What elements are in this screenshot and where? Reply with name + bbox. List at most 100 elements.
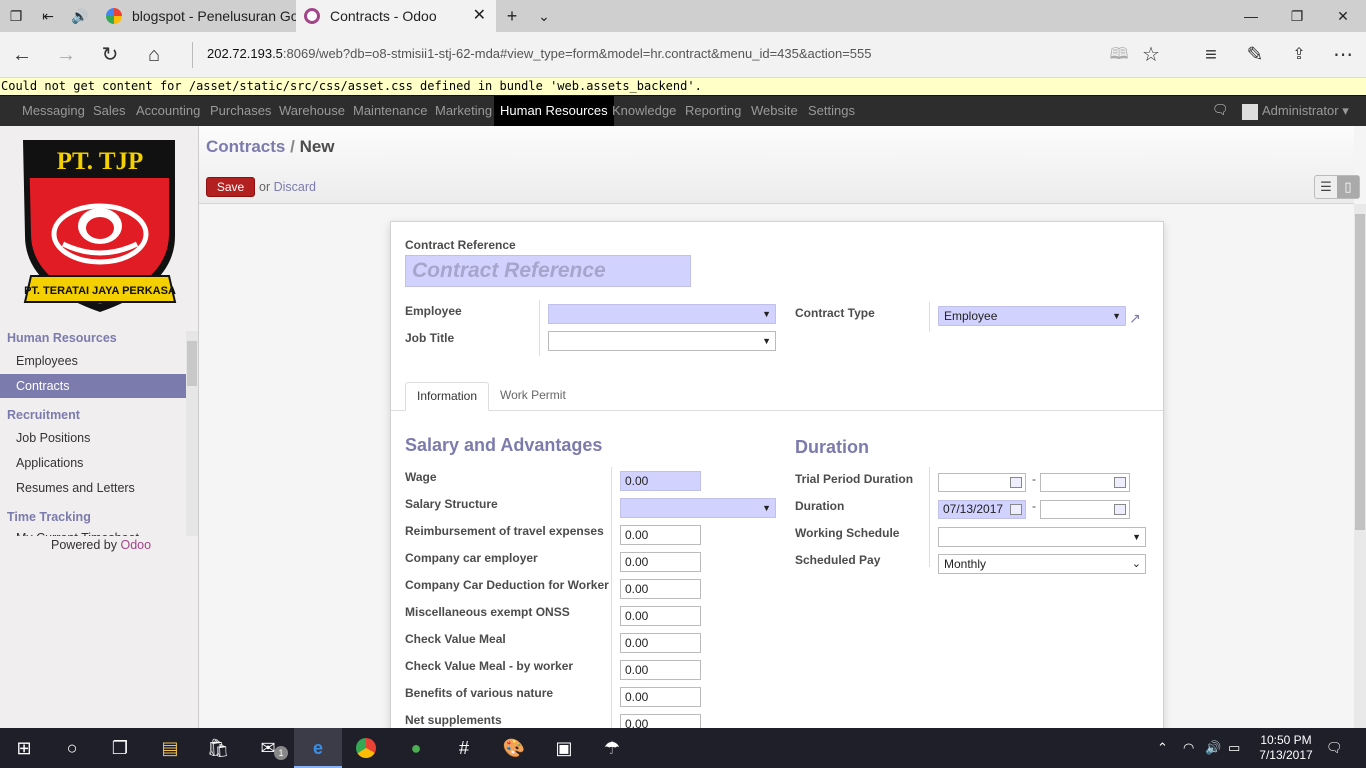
car-deduction-input[interactable]: 0.00 [620,579,701,599]
job-title-select[interactable]: ▼ [548,331,776,351]
hub-icon[interactable]: ≡ [1198,42,1224,68]
menu-human-resources[interactable]: Human Resources [494,96,614,126]
app-globe-icon[interactable]: ● [392,728,440,768]
more-icon[interactable]: ⋯ [1330,42,1356,68]
sidebar-item-applications[interactable]: Applications [0,451,186,475]
chat-icon[interactable]: 🗨 [1212,102,1229,118]
menu-messaging[interactable]: Messaging [16,96,91,126]
chrome-icon[interactable] [342,728,390,768]
sidebar-item-job-positions[interactable]: Job Positions [0,426,186,450]
close-window-icon[interactable]: ✕ [1320,0,1366,32]
reimbursement-input[interactable]: 0.00 [620,525,701,545]
set-tabs-aside-icon[interactable]: ⇤ [38,6,58,26]
save-button[interactable]: Save [206,177,255,197]
calendar-icon[interactable] [1010,477,1022,488]
benefits-input[interactable]: 0.00 [620,687,701,707]
contract-type-select[interactable]: Employee ▼ [938,306,1126,326]
file-explorer-icon[interactable]: ▤ [146,728,194,768]
menu-reporting[interactable]: Reporting [679,96,747,126]
working-schedule-select[interactable]: ▼ [938,527,1146,547]
task-view-icon[interactable]: ❐ [96,728,144,768]
trial-start-date-input[interactable] [938,473,1026,492]
sidebar-item-timesheet[interactable]: My Current Timesheet [0,526,186,536]
browser-tab-odoo[interactable]: Contracts - Odoo ✕ [296,0,496,32]
user-menu[interactable]: Administrator ▾ [1242,96,1349,126]
menu-knowledge[interactable]: Knowledge [606,96,682,126]
back-icon[interactable]: ← [9,42,35,68]
menu-marketing[interactable]: Marketing [429,96,498,126]
forward-icon[interactable]: → [53,42,79,68]
scrollbar-thumb[interactable] [187,341,197,386]
duration-start-date-input[interactable]: 07/13/2017 [938,500,1026,519]
clock[interactable]: 10:50 PM 7/13/2017 [1256,733,1316,763]
wifi-icon[interactable]: ◠ [1183,728,1194,768]
menu-accounting[interactable]: Accounting [130,96,206,126]
tab-preview-chevron-icon[interactable]: ⌄ [534,6,554,26]
menu-settings[interactable]: Settings [802,96,861,126]
share-icon[interactable]: ⇪ [1286,42,1312,68]
sidebar-section-time-tracking[interactable]: Time Tracking [7,510,91,524]
app-hash-icon[interactable]: # [440,728,488,768]
trial-end-date-input[interactable] [1040,473,1130,492]
odoo-link[interactable]: Odoo [121,538,152,552]
company-car-employer-input[interactable]: 0.00 [620,552,701,572]
edge-browser-icon[interactable]: e [294,728,342,768]
misc-exempt-input[interactable]: 0.00 [620,606,701,626]
volume-icon[interactable]: 🔊 [1205,728,1221,768]
paint-icon[interactable]: 🎨 [490,728,538,768]
reading-view-icon[interactable]: 🕮 [1106,42,1132,68]
app-misc-icon[interactable]: ☂ [588,728,636,768]
tab-information[interactable]: Information [405,382,490,411]
discard-button[interactable]: Discard [274,180,316,194]
restore-icon[interactable]: ❐ [1274,0,1320,32]
minimize-icon[interactable]: — [1228,0,1274,32]
duration-end-date-input[interactable] [1040,500,1130,519]
menu-maintenance[interactable]: Maintenance [347,96,433,126]
favorite-star-icon[interactable]: ☆ [1138,42,1164,68]
cortana-search-icon[interactable]: ○ [48,728,96,768]
url-input[interactable]: 202.72.193.5:8069/web?db=o8-stmisii1-stj… [207,46,872,61]
action-center-icon[interactable]: 🗨 [1326,728,1343,768]
menu-warehouse[interactable]: Warehouse [273,96,351,126]
sidebar-section-human-resources[interactable]: Human Resources [7,331,117,345]
tray-chevron-up-icon[interactable]: ⌃ [1157,728,1168,768]
main-scrollbar[interactable] [1354,204,1366,728]
salary-structure-select[interactable]: ▼ [620,498,776,518]
home-icon[interactable]: ⌂ [141,42,167,68]
close-tab-icon[interactable]: ✕ [473,0,486,32]
wage-input[interactable]: 0.00 [620,471,701,491]
check-value-meal-input[interactable]: 0.00 [620,633,701,653]
tab-manager-icon[interactable]: ❐ [6,6,26,26]
list-view-icon[interactable]: ☰ [1315,176,1337,198]
read-aloud-icon[interactable]: 🔊 [70,6,90,26]
contract-reference-input[interactable]: Contract Reference [405,255,691,287]
battery-icon[interactable]: ▭ [1228,728,1240,768]
menu-sales[interactable]: Sales [87,96,132,126]
web-note-icon[interactable]: ✎ [1242,42,1268,68]
sidebar-item-contracts[interactable]: Contracts [0,374,186,398]
menu-purchases[interactable]: Purchases [204,96,277,126]
scheduled-pay-select[interactable]: Monthly ⌄ [938,554,1146,574]
windows-start-icon[interactable]: ⊞ [0,728,48,768]
refresh-icon[interactable]: ↻ [97,42,123,68]
sidebar-item-employees[interactable]: Employees [0,349,186,373]
tab-work-permit[interactable]: Work Permit [489,382,577,411]
menu-website[interactable]: Website [745,96,804,126]
employee-select[interactable]: ▼ [548,304,776,324]
breadcrumb-contracts[interactable]: Contracts [206,137,285,156]
app-window-icon[interactable]: ▣ [540,728,588,768]
store-icon[interactable]: 🛍 [194,728,242,768]
calendar-icon[interactable] [1114,504,1126,515]
browser-tab-google[interactable]: blogspot - Penelusuran Goc [98,0,296,32]
new-tab-icon[interactable]: + [502,6,522,26]
form-view-icon[interactable]: ▯ [1337,176,1359,198]
calendar-icon[interactable] [1114,477,1126,488]
calendar-icon[interactable] [1010,504,1022,515]
mail-icon[interactable]: ✉ 1 [244,728,292,768]
external-link-icon[interactable]: ↗ [1129,310,1141,327]
sidebar-scrollbar[interactable] [186,331,198,536]
meal-by-worker-input[interactable]: 0.00 [620,660,701,680]
sidebar-section-recruitment[interactable]: Recruitment [7,408,80,422]
scrollbar-thumb[interactable] [1355,214,1365,530]
sidebar-item-resumes[interactable]: Resumes and Letters [0,476,186,500]
